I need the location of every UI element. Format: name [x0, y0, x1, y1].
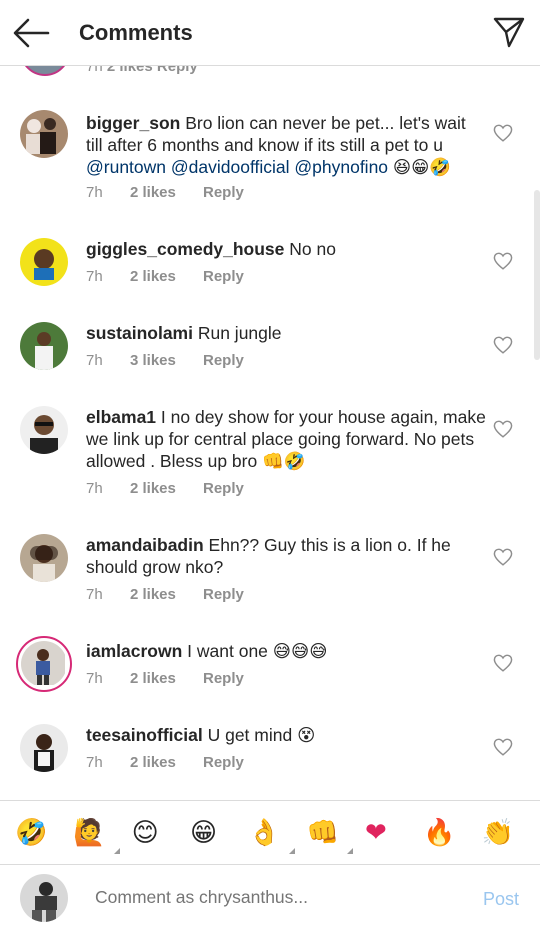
avatar[interactable]: [20, 110, 68, 158]
comment-time: 7h: [86, 268, 103, 285]
comment-meta: 7h 2 likes Reply: [86, 184, 244, 201]
reply-link[interactable]: Reply: [203, 754, 244, 771]
comment-body: U get mind: [202, 725, 293, 745]
avatar[interactable]: [20, 534, 68, 582]
comment-time: 7h: [86, 184, 103, 201]
comment-body: I want one: [182, 641, 268, 661]
reply-link[interactable]: Reply: [203, 670, 244, 687]
comment-emoji: 😅😅😅: [267, 641, 328, 661]
emoji-glyph: 👊: [306, 817, 340, 848]
heart-icon[interactable]: [493, 738, 513, 756]
comment-meta: 7h 2 likes Reply: [86, 480, 244, 497]
emoji-grin-button[interactable]: 😁: [190, 820, 248, 846]
emoji-fire-button[interactable]: 🔥: [423, 820, 481, 846]
comment-meta: 7h 2 likes Reply: [86, 586, 244, 603]
variant-indicator: [346, 847, 353, 854]
header-bar: Comments: [0, 0, 540, 66]
comment-body: Run jungle: [192, 323, 282, 343]
heart-icon[interactable]: [493, 336, 513, 354]
reply-link[interactable]: Reply: [203, 586, 244, 603]
comment-meta: 7h 2 likes Reply: [86, 754, 244, 771]
page-title: Comments: [79, 20, 193, 45]
comment-time: 7h: [86, 352, 103, 369]
likes-link[interactable]: 2 likes: [130, 268, 203, 285]
avatar[interactable]: [20, 238, 68, 286]
emoji-ok-hand-button[interactable]: 👌: [248, 817, 306, 854]
comment-body: No no: [284, 239, 336, 259]
likes-link[interactable]: 2 likes: [130, 184, 203, 201]
reply-link[interactable]: Reply: [203, 184, 244, 201]
emoji-person-button[interactable]: 🙋: [73, 817, 131, 854]
comment-emoji: 👊🤣: [257, 451, 306, 471]
comment-text: teesainofficial U get mind 😵: [86, 724, 486, 746]
comment-time: 7h: [86, 586, 103, 603]
comment-emoji: 😆😁🤣: [388, 157, 452, 177]
heart-icon[interactable]: [493, 420, 513, 438]
heart-icon[interactable]: [493, 124, 513, 142]
comment-text: amandaibadin Ehn?? Guy this is a lion o.…: [86, 534, 486, 578]
heart-icon[interactable]: [493, 654, 513, 672]
post-button[interactable]: Post: [483, 889, 519, 910]
comment-mentions[interactable]: @runtown @davidoofficial @phynofino: [86, 157, 388, 177]
heart-icon[interactable]: [493, 252, 513, 270]
comment-emoji: 😵: [292, 725, 316, 745]
comment-meta: 7h 2 likes Reply: [86, 670, 244, 687]
comment-time: 7h: [86, 754, 103, 771]
back-arrow-icon[interactable]: [12, 16, 50, 50]
emoji-smile-button[interactable]: 😊: [132, 820, 190, 846]
comment-username[interactable]: iamlacrown: [86, 641, 182, 661]
variant-indicator: [113, 847, 120, 854]
likes-link[interactable]: 2 likes: [130, 670, 203, 687]
comment-time: 7h: [86, 480, 103, 497]
comment-meta: 7h 2 likes Reply: [86, 268, 244, 285]
reply-link[interactable]: Reply: [203, 268, 244, 285]
comment-username[interactable]: teesainofficial: [86, 725, 203, 745]
emoji-clap-button[interactable]: 👏: [482, 820, 540, 846]
comment-text: bigger_son Bro lion can never be pet... …: [86, 112, 486, 178]
comment-meta: 7h 3 likes Reply: [86, 352, 244, 369]
comment-text: giggles_comedy_house No no: [86, 238, 486, 260]
emoji-glyph: 👌: [248, 817, 281, 848]
comment-text: iamlacrown I want one 😅😅😅: [86, 640, 486, 662]
comment-username[interactable]: amandaibadin: [86, 535, 204, 555]
avatar[interactable]: [20, 322, 68, 370]
variant-indicator: [288, 847, 295, 854]
emoji-quick-bar: 🤣 🙋 😊 😁 👌 👊 ❤ 🔥 👏: [0, 800, 540, 864]
comment-text: sustainolami Run jungle: [86, 322, 486, 344]
avatar[interactable]: [20, 874, 68, 922]
avatar[interactable]: [16, 636, 72, 692]
comment-username[interactable]: bigger_son: [86, 113, 180, 133]
likes-link[interactable]: 2 likes: [130, 480, 203, 497]
heart-icon[interactable]: [493, 548, 513, 566]
emoji-glyph: 🙋: [73, 817, 106, 848]
avatar[interactable]: [20, 724, 68, 772]
comment-username[interactable]: giggles_comedy_house: [86, 239, 284, 259]
likes-link[interactable]: 2 likes: [130, 754, 203, 771]
comment-input[interactable]: [95, 887, 455, 908]
comment-username[interactable]: sustainolami: [86, 323, 193, 343]
emoji-heart-button[interactable]: ❤: [365, 820, 423, 846]
avatar[interactable]: [20, 406, 68, 454]
reply-link[interactable]: Reply: [203, 480, 244, 497]
reply-link[interactable]: Reply: [203, 352, 244, 369]
comment-username[interactable]: elbama1: [86, 407, 156, 427]
comments-list[interactable]: 7h 2 likes Reply bigger_son Bro lion can…: [0, 0, 540, 800]
emoji-rofl-button[interactable]: 🤣: [15, 820, 73, 846]
send-direct-icon[interactable]: [492, 15, 526, 49]
comment-composer: Post: [0, 864, 540, 930]
comment-text: elbama1 I no dey show for your house aga…: [86, 406, 486, 472]
scrollbar[interactable]: [534, 190, 540, 360]
comment-time: 7h: [86, 670, 103, 687]
likes-link[interactable]: 3 likes: [130, 352, 203, 369]
emoji-fist-button[interactable]: 👊: [306, 817, 365, 854]
likes-link[interactable]: 2 likes: [130, 586, 203, 603]
